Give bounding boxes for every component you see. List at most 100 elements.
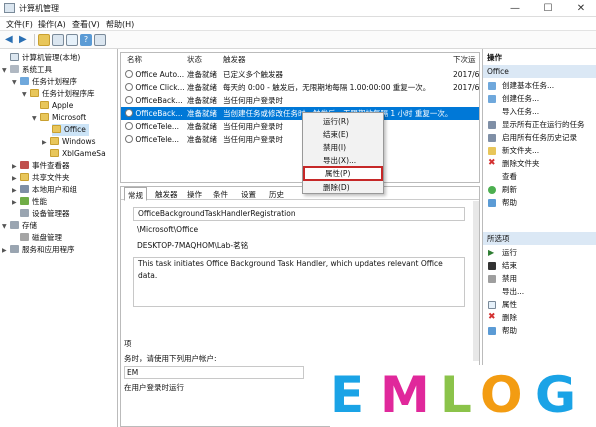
tree-node-disk-management[interactable]: 磁盘管理 [20,232,62,244]
computer-management-icon [4,3,15,13]
folder-icon [52,125,61,133]
run-as-account-field[interactable]: EM [124,366,304,379]
action-delete[interactable]: ✖ 删除 [483,311,596,324]
column-header-status[interactable]: 状态 [187,54,202,66]
column-header-next-run[interactable]: 下次运 [453,54,476,66]
context-end[interactable]: 结束(E) [303,128,383,141]
menu-file[interactable]: 文件(F) [6,19,33,30]
table-row[interactable]: Office Auto... 准备就绪 已定义多个触发器 2017/6 [121,68,479,81]
tab-actions[interactable]: 操作 [187,189,202,200]
tree-node-microsoft[interactable]: ▼ Microsoft [32,112,86,124]
help-icon[interactable]: ? [80,34,92,46]
action-end[interactable]: 结束 [483,259,596,272]
actions-section-office[interactable]: Office [483,65,596,78]
tab-history[interactable]: 历史 [269,189,284,200]
menu-help[interactable]: 帮助(H) [106,19,134,30]
table-row[interactable]: OfficeTele... 准备就绪 当任何用户登录时 [121,120,479,133]
detail-tabs: 常规 触发器 操作 条件 设置 历史 [121,187,479,201]
tab-conditions[interactable]: 条件 [213,189,228,200]
tree-node-storage[interactable]: ▼ 存储 [2,220,37,232]
action-refresh[interactable]: 刷新 [483,183,596,196]
shared-folder-icon [20,173,29,181]
table-row-selected[interactable]: OfficeBack... 准备就绪 当创建任务或修改任务时 - 触发后，无限期… [121,107,479,120]
actions-section-selected[interactable]: 所选项 [483,232,596,245]
snap-pane-icon[interactable] [94,34,106,46]
navigation-tree: 计算机管理(本地) ▼ 系统工具 ▼ 任务计划程序 ▼ 任务计划程序库 Apple ▼… [0,49,118,427]
tree-node-xblgamesave[interactable]: XblGameSa [50,148,106,160]
history-icon [488,134,496,142]
table-row[interactable]: OfficeBack... 准备就绪 当任何用户登录时 [121,94,479,107]
close-button[interactable]: ✕ [566,0,596,17]
tab-triggers[interactable]: 触发器 [155,189,178,200]
action-create-basic-task[interactable]: 创建基本任务... [483,79,596,92]
task-name-field[interactable]: OfficeBackgroundTaskHandlerRegistration [133,207,465,221]
properties-icon[interactable] [66,34,78,46]
tab-general[interactable]: 常规 [124,187,147,201]
column-header-name[interactable]: 名称 [127,54,142,66]
emlog-watermark-logo: E M L O G [330,365,596,427]
detail-scrollbar[interactable] [473,201,479,361]
action-disable[interactable]: 禁用 [483,272,596,285]
stop-icon [488,262,496,270]
tree-node-system-tools[interactable]: ▼ 系统工具 [2,64,52,76]
logo-letter: G [535,366,577,424]
context-delete[interactable]: 删除(D) [303,181,383,194]
action-properties[interactable]: 属性 [483,298,596,311]
action-run[interactable]: ▶ 运行 [483,246,596,259]
tree-node-local-users[interactable]: ▶ 本地用户和组 [12,184,77,196]
tree-node-task-library[interactable]: ▼ 任务计划程序库 [22,88,95,100]
task-location-field: \Microsoft\Office [133,224,465,238]
computer-icon [10,53,19,61]
clock-icon [125,83,133,91]
tree-node-shared-folders[interactable]: ▶ 共享文件夹 [12,172,70,184]
action-new-folder[interactable]: 新文件夹... [483,144,596,157]
tree-node-office[interactable]: Office [52,124,89,136]
action-create-task[interactable]: 创建任务... [483,92,596,105]
action-enable-history[interactable]: 启用所有任务历史记录 [483,131,596,144]
services-icon [10,245,19,253]
action-import-task[interactable]: 导入任务... [483,105,596,118]
scheduler-icon [20,77,29,85]
tree-node-performance[interactable]: ▶ 性能 [12,196,47,208]
tab-settings[interactable]: 设置 [241,189,256,200]
properties-icon [488,301,496,309]
up-folder-icon[interactable] [38,34,50,46]
logo-letter: L [440,366,472,424]
context-disable[interactable]: 禁用(I) [303,141,383,154]
back-arrow-icon[interactable]: ◀ [5,34,17,46]
tree-node-device-manager[interactable]: 设备管理器 [20,208,70,220]
performance-icon [20,197,29,205]
tree-node-services-apps[interactable]: ▶ 服务和应用程序 [2,244,75,256]
maximize-button[interactable]: ☐ [533,0,563,17]
forward-arrow-icon[interactable]: ▶ [19,34,31,46]
tree-node-apple[interactable]: Apple [40,100,73,112]
show-hide-tree-icon[interactable] [52,34,64,46]
folder-icon [40,113,49,121]
tree-node-windows[interactable]: ▶ Windows [42,136,95,148]
tree-node-event-viewer[interactable]: ▶ 事件查看器 [12,160,70,172]
menu-view[interactable]: 查看(V) [72,19,100,30]
table-row[interactable]: Office Click... 准备就绪 每天的 0:00 - 触发后，无限期地… [121,81,479,94]
toolbar: ◀ ▶ ? [0,31,596,49]
action-export[interactable]: 导出... [483,285,596,298]
disk-icon [20,233,29,241]
run-only-logged-on-option[interactable]: 在用户登录时运行 [124,382,184,393]
action-help[interactable]: 帮助 [483,196,596,209]
tree-node-task-scheduler[interactable]: ▼ 任务计划程序 [12,76,77,88]
tree-node-computer-management[interactable]: 计算机管理(本地) [2,52,80,64]
clock-icon [125,122,133,130]
column-header-trigger[interactable]: 触发器 [223,54,246,66]
context-run[interactable]: 运行(R) [303,115,383,128]
context-properties[interactable]: 属性(P) [303,166,383,181]
task-description-field[interactable]: This task initiates Office Background Ta… [133,257,465,307]
action-view[interactable]: 查看 [483,170,596,183]
minimize-button[interactable]: — [500,0,530,17]
menu-bar: 文件(F) 操作(A) 查看(V) 帮助(H) [0,17,596,31]
table-row[interactable]: OfficeTele... 准备就绪 当任何用户登录时 [121,133,479,146]
menu-action[interactable]: 操作(A) [38,19,66,30]
logo-letter: E [330,366,365,424]
action-show-running[interactable]: 显示所有正在运行的任务 [483,118,596,131]
action-delete-folder[interactable]: ✖ 删除文件夹 [483,157,596,170]
task-author-field: DESKTOP-7MAQHOM\Lab-茗铭 [133,240,465,254]
action-help-selected[interactable]: 帮助 [483,324,596,337]
